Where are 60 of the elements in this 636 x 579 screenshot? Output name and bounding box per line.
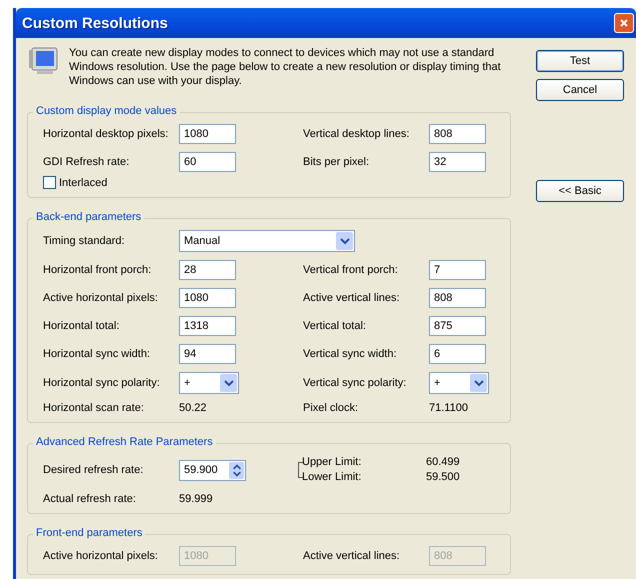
input-field[interactable]: 60	[179, 152, 236, 172]
input-field[interactable]: 808	[429, 124, 486, 144]
field-label: Vertical desktop lines:	[303, 128, 410, 140]
input-field[interactable]: 28	[179, 260, 236, 280]
value-text: 60.499	[426, 455, 461, 470]
field-label: Upper Limit:	[302, 455, 362, 470]
input-field[interactable]: 94	[179, 344, 236, 364]
field-label: Lower Limit:	[302, 470, 362, 485]
field-label: Horizontal scan rate:	[43, 402, 145, 414]
close-icon[interactable]	[619, 18, 629, 28]
value-text: 71.1100	[429, 402, 469, 414]
input-field[interactable]: 6	[429, 344, 486, 364]
description-text: You can create new display modes to connect to devices which may not use a standard Windows resolution. Use the page below to create a new resolution or display timing that Windows can use with your display.	[69, 46, 502, 89]
field-label: Vertical front porch:	[303, 264, 399, 276]
field-label: Bits per pixel:	[303, 156, 370, 168]
input-field[interactable]: 7	[429, 260, 486, 280]
field-label: Vertical sync width:	[303, 348, 398, 360]
input-field[interactable]: 808	[429, 288, 486, 308]
field-label: Actual refresh rate:	[43, 493, 137, 505]
spinner-arrows-icon[interactable]	[229, 462, 244, 478]
close-button[interactable]	[614, 13, 634, 33]
field-label: Horizontal total:	[43, 320, 120, 332]
field-label: Active horizontal pixels:	[43, 292, 159, 304]
input-field[interactable]: 875	[429, 316, 486, 336]
field-label: Horizontal sync width:	[43, 348, 151, 360]
dialog-button[interactable]: << Basic	[536, 180, 624, 202]
window-title: Custom Resolutions	[21, 14, 168, 32]
dialog-button[interactable]: Cancel	[536, 79, 624, 101]
field-label: Desired refresh rate:	[43, 464, 144, 476]
field-label: GDI Refresh rate:	[43, 156, 130, 168]
field-label: Active vertical lines:	[303, 550, 401, 562]
field-label: Active horizontal pixels:	[43, 550, 159, 562]
field-label: Pixel clock:	[303, 402, 360, 414]
checkbox[interactable]	[43, 176, 56, 189]
dropdown[interactable]: +	[179, 372, 239, 394]
dropdown[interactable]: +	[429, 372, 489, 394]
group-title: Front-end parameters	[33, 527, 146, 539]
field-label: Horizontal sync polarity:	[43, 377, 161, 389]
dropdown[interactable]: Manual	[179, 230, 355, 252]
input-field[interactable]: 1080	[179, 288, 236, 308]
group-title: Advanced Refresh Rate Parameters	[33, 436, 216, 448]
group-title: Back-end parameters	[33, 211, 144, 223]
input-field: 1080	[179, 546, 236, 566]
field-label: Active vertical lines:	[303, 292, 401, 304]
input-field[interactable]: 1080	[179, 124, 236, 144]
group-title: Custom display mode values	[33, 105, 180, 117]
checkbox-label[interactable]: Interlaced	[59, 176, 108, 188]
value-text: 59.999	[179, 493, 214, 505]
field-label: Vertical sync polarity:	[303, 377, 408, 389]
field-label: Timing standard:	[43, 235, 126, 247]
input-field[interactable]: 32	[429, 152, 486, 172]
field-label: Horizontal front porch:	[43, 264, 152, 276]
value-text: 50.22	[179, 402, 208, 414]
input-field[interactable]: 1318	[179, 316, 236, 336]
field-label: Vertical total:	[303, 320, 367, 332]
spinner-field[interactable]: 59.900	[179, 460, 246, 480]
field-label: Horizontal desktop pixels:	[43, 128, 170, 140]
input-field: 808	[429, 546, 486, 566]
dialog-button[interactable]: Test	[536, 50, 624, 72]
value-text: 59.500	[426, 470, 461, 485]
